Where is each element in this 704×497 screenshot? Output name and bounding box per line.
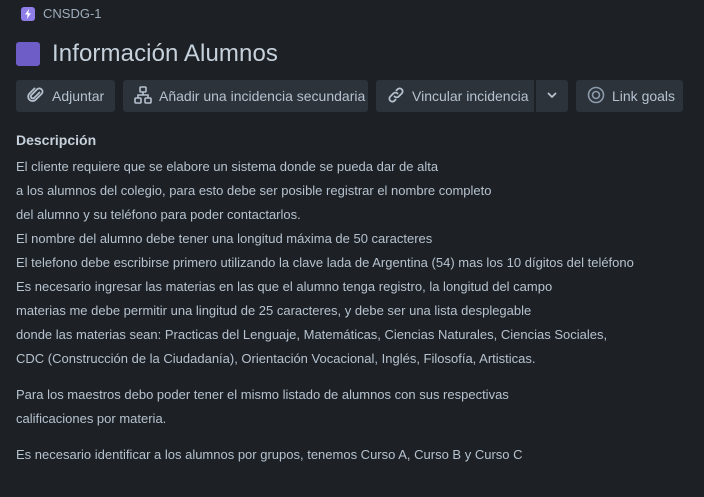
- link-icon: [386, 85, 406, 108]
- description-line: Es necesario ingresar las materias en la…: [16, 279, 553, 294]
- attach-button[interactable]: Adjuntar: [16, 80, 115, 112]
- description-line: donde las materias sean: Practicas del L…: [16, 327, 608, 342]
- description-line: CDC (Construcción de la Ciudadanía), Ori…: [16, 351, 536, 366]
- description-line: del alumno y su teléfono para poder cont…: [16, 207, 301, 222]
- description-line: El nombre del alumno debe tener una long…: [16, 231, 433, 246]
- add-child-label: Añadir una incidencia secundaria: [159, 88, 366, 104]
- description-line: materias me debe permitir una lingitud d…: [16, 303, 532, 318]
- paragraph-3: Es necesario identificar a los alumnos p…: [16, 443, 688, 467]
- bolt-icon: [21, 6, 35, 21]
- link-issue-button[interactable]: Vincular incidencia: [376, 80, 534, 112]
- add-child-issue-button[interactable]: Añadir una incidencia secundaria: [123, 80, 368, 112]
- paragraph-1: El cliente requiere que se elabore un si…: [16, 155, 688, 371]
- breadcrumb-issue-key[interactable]: CNSDG-1: [43, 6, 102, 21]
- description-body[interactable]: El cliente requiere que se elabore un si…: [16, 155, 688, 467]
- attach-label: Adjuntar: [52, 88, 105, 104]
- hierarchy-icon: [133, 85, 153, 108]
- issue-title[interactable]: Información Alumnos: [52, 40, 278, 68]
- description-line: Para los maestros debo poder tener el mi…: [16, 387, 509, 402]
- chevron-down-icon: [545, 88, 559, 105]
- link-options-dropdown[interactable]: [536, 80, 568, 112]
- description-line: calificaciones por materia.: [16, 411, 167, 426]
- description-line: Es necesario identificar a los alumnos p…: [16, 447, 523, 462]
- paragraph-2: Para los maestros debo poder tener el mi…: [16, 383, 688, 431]
- issue-type-icon: [16, 42, 40, 66]
- breadcrumb: CNSDG-1: [21, 6, 102, 21]
- link-goals-label: Link goals: [612, 88, 676, 104]
- description-line: El telefono debe escribirse primero util…: [16, 255, 634, 270]
- description-heading: Descripción: [16, 132, 97, 148]
- paperclip-icon: [26, 85, 46, 108]
- description-section: Descripción El cliente requiere que se e…: [16, 132, 688, 467]
- link-issue-label: Vincular incidencia: [412, 88, 529, 104]
- link-goals-button[interactable]: Link goals: [576, 80, 683, 112]
- toolbar: Adjuntar Añadir una incidencia secundari…: [16, 80, 688, 112]
- title-row: Información Alumnos: [16, 40, 278, 68]
- description-line: a los alumnos del colegio, para esto deb…: [16, 183, 492, 198]
- description-line: El cliente requiere que se elabore un si…: [16, 159, 439, 174]
- issue-view: CNSDG-1 Información Alumnos Adjuntar Aña…: [0, 0, 704, 497]
- target-icon: [586, 85, 606, 108]
